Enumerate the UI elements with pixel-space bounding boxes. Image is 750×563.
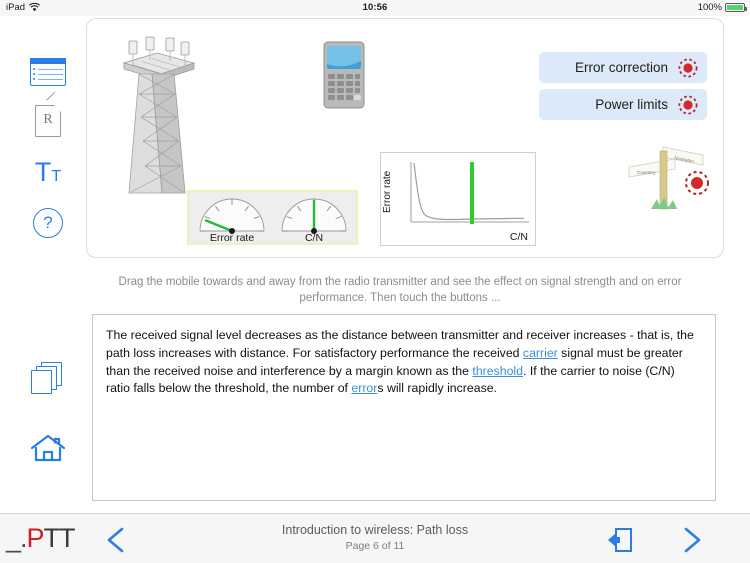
status-bar-right: 100% <box>697 2 747 13</box>
radio-transmitter-tower[interactable] <box>102 25 212 195</box>
page-indicator: Page 6 of 11 <box>345 540 405 552</box>
status-bar-clock: 10:56 <box>362 2 388 13</box>
page-title: Introduction to wireless: Path loss <box>281 523 469 537</box>
error-correction-button[interactable]: Error correction <box>539 52 707 83</box>
link-carrier[interactable]: carrier <box>523 346 558 360</box>
error-rate-gauge: Error rate <box>192 195 272 244</box>
contents-list-icon <box>30 58 66 86</box>
explanation-paragraph: The received signal level decreases as t… <box>93 315 715 398</box>
reference-letter: R <box>43 112 53 127</box>
status-bar: iPad 10:56 100% <box>0 0 750 16</box>
help-question-icon: ? <box>33 208 63 238</box>
sidebar-item-help[interactable]: ? <box>26 201 70 245</box>
sidebar-item-contents[interactable] <box>26 50 70 94</box>
red-led-icon <box>677 57 699 79</box>
sidebar-item-home[interactable] <box>26 426 70 470</box>
text-size-big-t: T <box>34 156 52 187</box>
sidebar: R TT ? <box>0 16 86 513</box>
power-limits-label: Power limits <box>595 97 668 112</box>
link-error[interactable]: error <box>351 381 377 395</box>
text-size-icon: TT <box>34 156 62 187</box>
exit-button[interactable] <box>606 527 634 553</box>
battery-percent-label: 100% <box>697 2 722 13</box>
power-limits-button[interactable]: Power limits <box>539 89 707 120</box>
error-rate-vs-cn-chart: Error rate C/N <box>380 152 536 246</box>
animation-panel[interactable]: Error correction Power limits Error rate… <box>86 18 724 258</box>
red-led-icon <box>677 94 699 116</box>
app-root: iPad 10:56 100% R TT ? Error correction … <box>0 0 750 563</box>
text-size-small-t: T <box>51 167 62 185</box>
sidebar-item-pages[interactable] <box>26 356 70 400</box>
sidebar-item-text-size[interactable]: TT <box>26 150 70 194</box>
next-page-button[interactable] <box>678 526 708 554</box>
home-icon <box>30 433 66 463</box>
cn-gauge-label: C/N <box>304 232 324 244</box>
gauge-panel: Error rate C/N <box>187 190 358 245</box>
sidebar-item-reference[interactable]: R <box>26 91 70 143</box>
bottom-bar: _.PTT Introduction to wireless: Path los… <box>0 513 750 563</box>
chart-x-axis-label: C/N <box>509 231 528 243</box>
reference-document-icon: R <box>35 91 64 137</box>
error-rate-gauge-label: Error rate <box>209 232 255 244</box>
mobile-phone[interactable] <box>322 41 366 109</box>
battery-icon <box>725 3 747 12</box>
signpost-graphic: Coventry Nuneaton <box>617 139 721 217</box>
cn-gauge: C/N <box>274 195 354 244</box>
instruction-text: Drag the mobile towards and away from th… <box>118 276 682 304</box>
link-threshold[interactable]: threshold <box>472 364 523 378</box>
error-correction-label: Error correction <box>574 60 668 75</box>
explanation-textbox: The received signal level decreases as t… <box>92 314 716 501</box>
red-led-icon <box>685 171 709 195</box>
signpost-left-label: Coventry <box>637 170 656 175</box>
text-segment-6: s will rapidly increase. <box>377 381 497 396</box>
page-stack-icon <box>31 362 65 394</box>
chevron-right-icon <box>684 527 701 553</box>
exit-door-icon <box>608 528 632 552</box>
chart-y-axis-label: Error rate <box>382 170 393 214</box>
page-title-block: Introduction to wireless: Path loss Page… <box>0 523 750 552</box>
